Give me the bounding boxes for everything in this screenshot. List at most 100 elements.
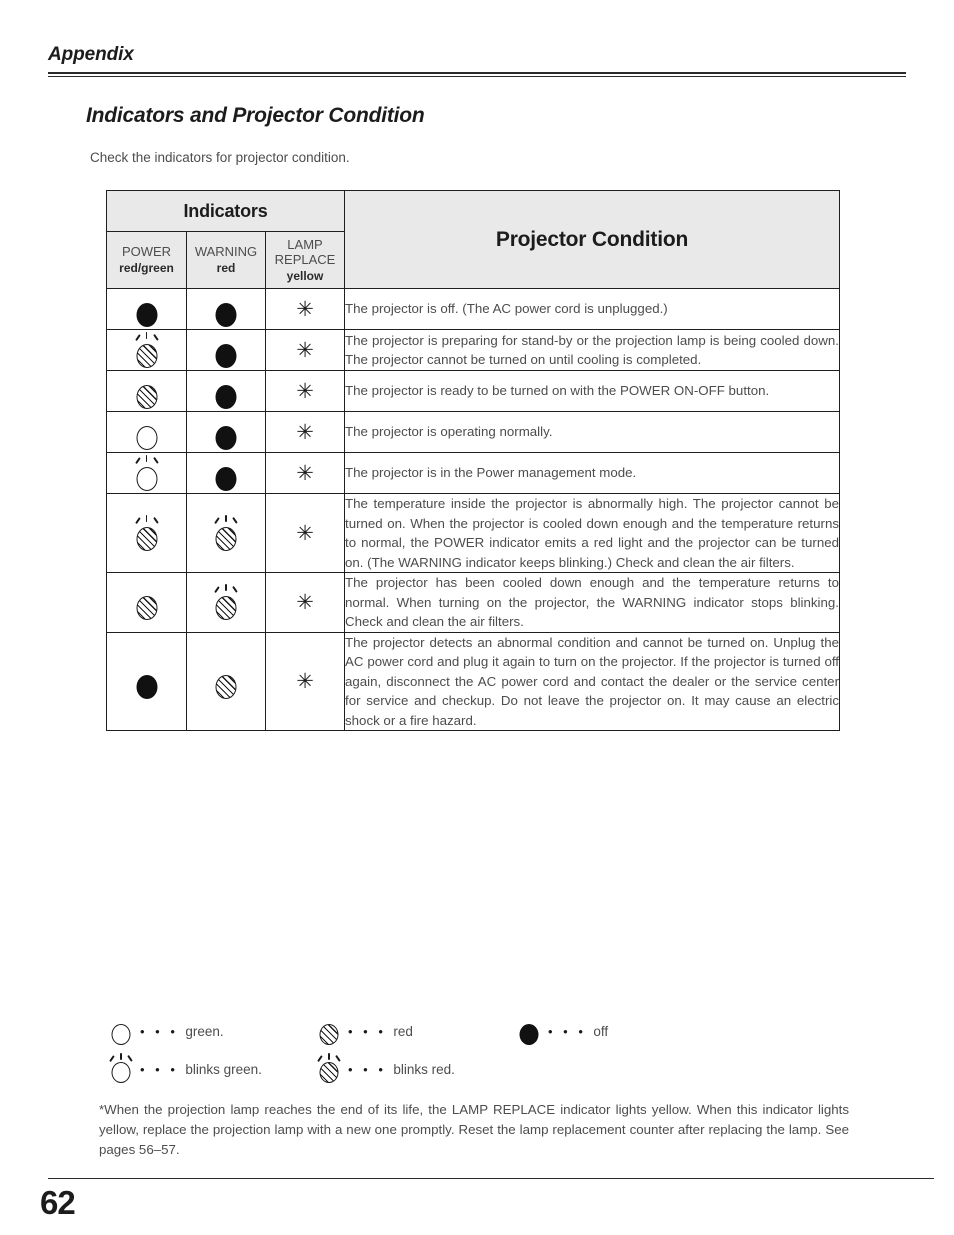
table-row: ✳ The temperature inside the projector is… [106, 493, 840, 573]
folio-rule [48, 1178, 934, 1179]
indicator-blinks-red-icon [209, 513, 243, 553]
table-row: ✳ The projector has been cooled down enou… [106, 572, 840, 633]
blink-rays-icon [212, 514, 240, 527]
table-body: ✳ The projector is off. (The AC power cor… [106, 288, 840, 731]
cell-description: The projector is in the Power management… [344, 452, 840, 494]
indicator-blinks-red-icon [314, 1052, 344, 1086]
lamp-replace-star-icon: ✳ [296, 521, 314, 545]
table-row: ✳ The projector is off. (The AC power cor… [106, 288, 840, 330]
legend-item-green: • • • green. [106, 1012, 224, 1050]
lamp-replace-star-icon: ✳ [296, 338, 314, 362]
legend-dots: • • • [348, 1061, 387, 1077]
cell-description: The temperature inside the projector is … [344, 493, 840, 573]
lamp-replace-star-icon: ✳ [296, 297, 314, 321]
legend-row-2: • • • blinks green. • • • blinks red. [106, 1050, 846, 1088]
cell-power [106, 411, 187, 453]
table-row: ✳ The projector detects an abnormal condi… [106, 631, 840, 731]
lamp-replace-star-icon: ✳ [296, 379, 314, 403]
legend-row-1: • • • green. • • • red • • • off [106, 1012, 846, 1050]
indicator-blinks-green-icon [130, 453, 164, 493]
header-warning: WARNING red [186, 231, 266, 289]
cell-warning [186, 370, 266, 412]
cell-lamp-replace: ✳ [265, 411, 345, 453]
page-number: 62 [40, 1184, 76, 1221]
cell-description: The projector detects an abnormal condit… [344, 631, 840, 731]
cell-description: The projector is operating normally. [344, 411, 840, 453]
lamp-replace-star-icon: ✳ [296, 461, 314, 485]
page-running-head: Appendix [48, 44, 906, 77]
cell-lamp-replace: ✳ [265, 631, 345, 731]
legend-item-off: • • • off [514, 1012, 608, 1050]
header-projector-condition: Projector Condition [344, 190, 840, 289]
cell-warning [186, 631, 266, 731]
indicator-off-icon [130, 289, 164, 329]
indicator-green-icon [130, 412, 164, 452]
indicator-red-icon [209, 661, 243, 701]
lamp-replace-star-icon: ✳ [296, 669, 314, 694]
cell-warning [186, 572, 266, 633]
table-header-row-group: Indicators Projector Condition [106, 190, 840, 289]
indicator-blinks-red-icon [209, 582, 243, 622]
legend-dots: • • • [548, 1023, 587, 1039]
lamp-replace-star-icon: ✳ [296, 590, 314, 615]
legend-item-blinks-green: • • • blinks green. [106, 1050, 262, 1088]
legend: • • • green. • • • red • • • off • • • blink… [106, 1012, 846, 1088]
cell-warning [186, 452, 266, 494]
lamp-replace-star-icon: ✳ [296, 420, 314, 444]
cell-warning [186, 493, 266, 573]
cell-description: The projector is ready to be turned on w… [344, 370, 840, 412]
table-row: ✳ The projector is ready to be turned on … [106, 370, 840, 412]
header-indicators: Indicators [106, 190, 345, 232]
legend-item-red: • • • red [314, 1012, 413, 1050]
indicator-off-icon [209, 371, 243, 411]
indicator-off-icon [209, 330, 243, 370]
indicator-red-icon [130, 371, 164, 411]
blink-rays-icon [133, 331, 161, 344]
cell-power [106, 288, 187, 330]
header-power-color: red/green [119, 261, 174, 275]
header-lamp-replace-color: yellow [286, 268, 324, 283]
legend-dots: • • • [140, 1061, 179, 1077]
cell-description: The projector is off. (The AC power cord… [344, 288, 840, 330]
cell-power [106, 572, 187, 633]
header-lamp-replace: LAMP REPLACE yellow [265, 231, 345, 289]
indicator-blinks-red-icon [130, 330, 164, 370]
header-warning-name: WARNING [194, 244, 258, 259]
cell-power [106, 631, 187, 731]
header-lamp-replace-name-1: LAMP [287, 236, 323, 252]
cell-power [106, 370, 187, 412]
indicator-off-icon [209, 412, 243, 452]
cell-lamp-replace: ✳ [265, 452, 345, 494]
cell-description: The projector has been cooled down enoug… [344, 572, 840, 633]
table-row: ✳ The projector is in the Power managemen… [106, 452, 840, 494]
page-title: Indicators and Projector Condition [86, 104, 425, 127]
table-head: Indicators Projector Condition POWER red… [106, 190, 840, 289]
cell-warning [186, 411, 266, 453]
intro-text: Check the indicators for projector condi… [90, 150, 350, 165]
header-warning-color: red [216, 261, 236, 275]
legend-label: off [593, 1023, 609, 1039]
indicators-condition-table: Indicators Projector Condition POWER red… [106, 190, 840, 731]
blink-rays-icon [133, 514, 161, 527]
footnote-lamp-replace: *When the projection lamp reaches the en… [99, 1102, 849, 1157]
cell-lamp-replace: ✳ [265, 370, 345, 412]
cell-power [106, 493, 187, 573]
indicator-red-icon [130, 582, 164, 622]
legend-item-blinks-red: • • • blinks red. [314, 1050, 455, 1088]
legend-dots: • • • [140, 1023, 179, 1039]
cell-lamp-replace: ✳ [265, 493, 345, 573]
header-lamp-replace-name-2: REPLACE [274, 251, 336, 267]
header-power: POWER red/green [106, 231, 187, 289]
cell-description: The projector is preparing for stand-by … [344, 329, 840, 371]
legend-label: blinks red. [393, 1061, 455, 1077]
indicator-off-icon [514, 1014, 544, 1048]
cell-lamp-replace: ✳ [265, 329, 345, 371]
blink-rays-icon [212, 583, 240, 596]
cell-warning [186, 329, 266, 371]
header-power-name: POWER [121, 244, 172, 259]
cell-warning [186, 288, 266, 330]
cell-power [106, 329, 187, 371]
legend-label: green. [185, 1023, 224, 1039]
running-head-rule [48, 72, 906, 77]
blink-rays-icon [133, 454, 161, 467]
